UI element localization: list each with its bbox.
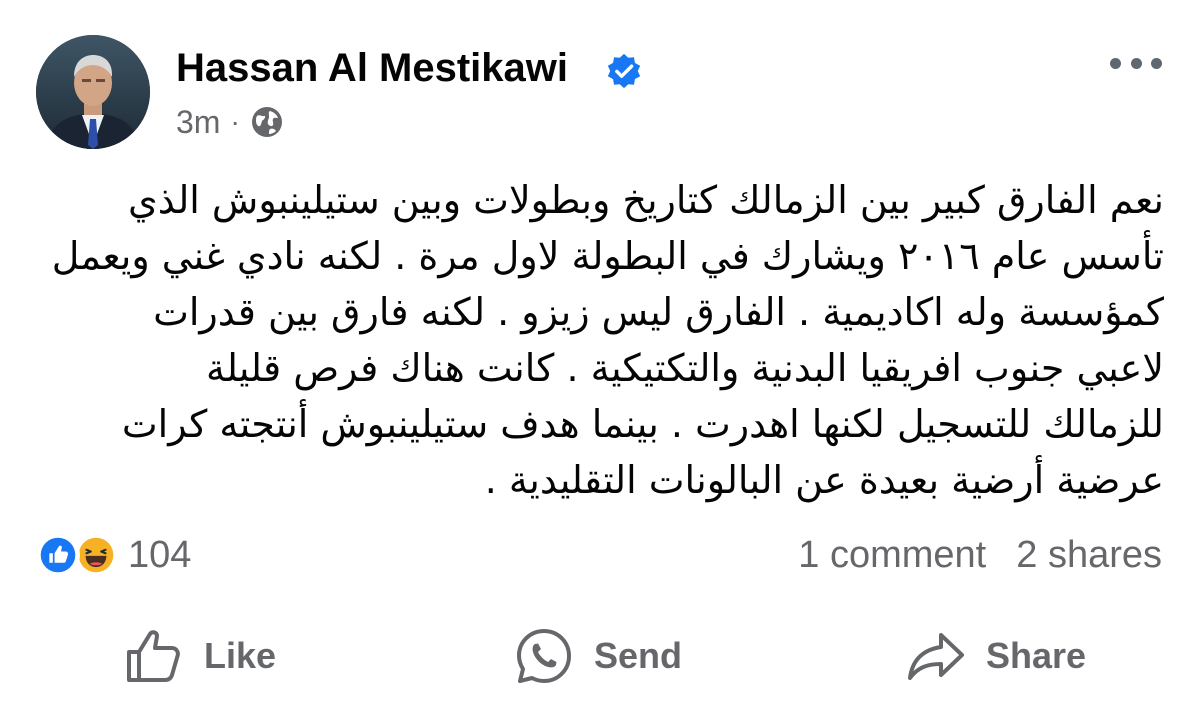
whatsapp-icon (517, 629, 571, 683)
like-button[interactable]: Like (124, 620, 276, 692)
like-label: Like (204, 635, 277, 676)
comments-count-link[interactable]: 1 comment (798, 534, 986, 577)
author-name[interactable]: Hassan Al Mestikawi (176, 44, 568, 92)
post-text-line: كمؤسسة وله اكاديمية . الفارق ليس زيزو . … (153, 290, 1164, 334)
post-text-line: تأسس عام ٢٠١٦ ويشارك في البطولة لاول مرة… (51, 234, 1164, 278)
facebook-post: Hassan Al Mestikawi 3m · نعم الفارق كبير… (0, 0, 1200, 708)
post-meta: 3m · (176, 100, 284, 144)
like-reaction-icon (36, 533, 80, 577)
share-label: Share (986, 635, 1087, 676)
post-timestamp[interactable]: 3m (176, 104, 220, 141)
author-avatar[interactable] (36, 35, 150, 149)
post-action-bar: Like Send Share (0, 620, 1200, 692)
post-text-line: لاعبي جنوب افريقيا البدنية والتكتيكية . … (205, 346, 1164, 390)
verified-badge-icon (607, 53, 641, 89)
reaction-count: 104 (128, 533, 192, 576)
send-button[interactable]: Send (514, 620, 682, 692)
send-label: Send (594, 635, 683, 676)
post-text-line: نعم الفارق كبير بين الزمالك كتاريخ وبطول… (128, 178, 1164, 222)
thumbs-up-icon (127, 630, 180, 682)
share-button[interactable]: Share (906, 620, 1086, 692)
post-text-line: عرضية أرضية بعيدة عن البالونات التقليدية… (484, 458, 1164, 502)
post-text: نعم الفارق كبير بين الزمالك كتاريخ وبطول… (30, 172, 1164, 508)
shares-count-link[interactable]: 2 shares (1016, 534, 1162, 577)
globe-icon[interactable] (250, 105, 284, 139)
share-arrow-icon (908, 633, 964, 680)
more-options-icon[interactable] (1110, 48, 1162, 78)
reactions-summary[interactable]: 104 (36, 532, 191, 578)
meta-separator: · (230, 106, 240, 137)
engagement-summary: 1 comment 2 shares (798, 530, 1162, 580)
post-text-line: للزمالك للتسجيل لكنها اهدرت . بينما هدف … (121, 402, 1164, 446)
haha-reaction-icon (74, 533, 118, 577)
